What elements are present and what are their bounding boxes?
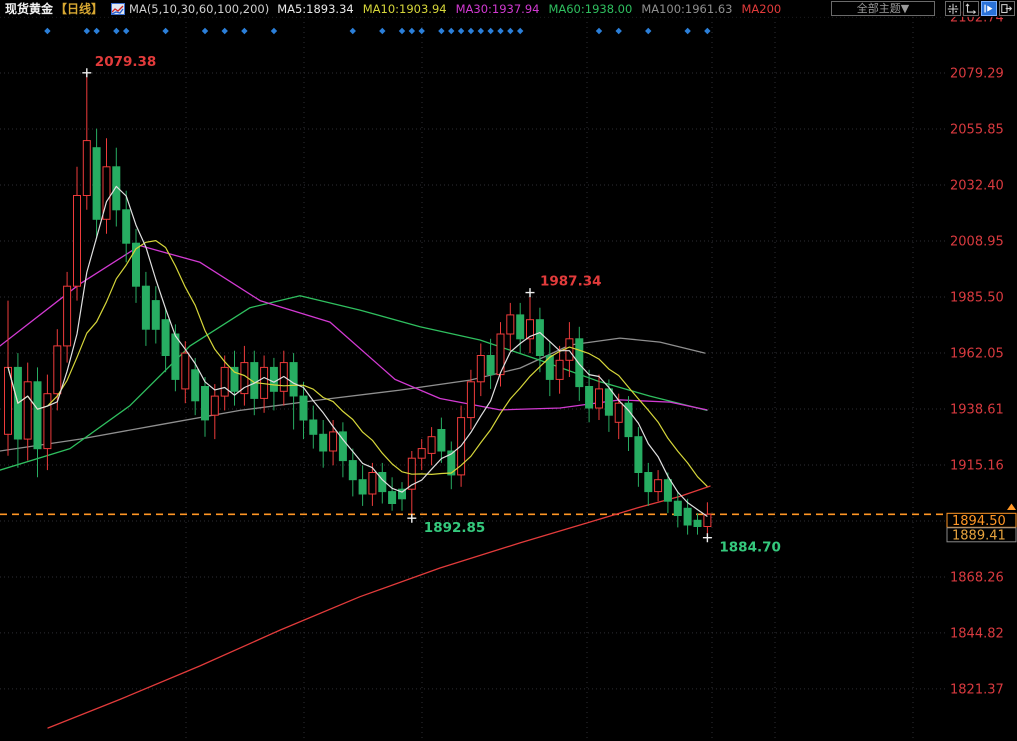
ma30-line [0, 246, 707, 410]
ma-summary: MA(5,10,30,60,100,200) [129, 2, 269, 16]
price-axis: 2102.742079.292055.852032.402008.951985.… [950, 11, 1004, 698]
candlestick-chart[interactable]: 2079.381987.341892.851884.702102.742079.… [0, 0, 1017, 741]
svg-text:1889.41: 1889.41 [952, 528, 1006, 543]
svg-text:2008.95: 2008.95 [950, 235, 1004, 250]
price-tag-1889.41: 1889.41 [947, 528, 1016, 544]
svg-text:2032.40: 2032.40 [950, 179, 1004, 194]
svg-text:1938.61: 1938.61 [950, 403, 1004, 418]
price-tag-1894.50: 1894.50 [947, 513, 1016, 529]
svg-text:1868.26: 1868.26 [950, 571, 1004, 586]
axis-scale-icon[interactable] [963, 1, 979, 16]
ma-value-2: MA30:1937.94 [456, 2, 540, 16]
svg-text:1962.05: 1962.05 [950, 347, 1004, 362]
latest-price-arrow [1007, 504, 1016, 511]
ma-value-5: MA200 [741, 2, 781, 16]
svg-text:1884.70: 1884.70 [719, 540, 781, 556]
period-label: 【日线】 [55, 0, 103, 17]
ma10-line [8, 241, 707, 487]
svg-text:1987.34: 1987.34 [540, 274, 602, 290]
latest-bar-icon[interactable] [981, 1, 997, 16]
svg-text:2079.38: 2079.38 [95, 54, 157, 70]
chart-toolbar [945, 1, 1015, 16]
candles [5, 73, 711, 538]
svg-text:2079.29: 2079.29 [950, 67, 1004, 82]
theme-selector-button[interactable]: 全部主题▼ [831, 1, 935, 16]
instrument-name: 现货黄金 [5, 0, 53, 17]
ma-values: MA5:1893.34 MA10:1903.94 MA30:1937.94 MA60:… [277, 2, 790, 16]
pan-right-icon[interactable] [999, 1, 1015, 16]
chart-header: 现货黄金 【日线】 MA(5,10,30,60,100,200) MA5:189… [0, 0, 1017, 17]
ma5-line [8, 186, 707, 516]
svg-text:1821.37: 1821.37 [950, 682, 1004, 697]
trading-chart-window: 2079.381987.341892.851884.702102.742079.… [0, 0, 1017, 741]
svg-text:1894.50: 1894.50 [952, 514, 1006, 529]
ma200-line [48, 486, 710, 728]
ma-value-1: MA10:1903.94 [363, 2, 447, 16]
svg-text:1985.50: 1985.50 [950, 291, 1004, 306]
line-chart-icon [111, 3, 125, 15]
event-markers[interactable] [44, 28, 710, 34]
ma60-line [0, 296, 707, 470]
header-right-group: 全部主题▼ [831, 1, 1015, 16]
crosshair-icon[interactable] [945, 1, 961, 16]
ma-value-0: MA5:1893.34 [277, 2, 354, 16]
ma-value-3: MA60:1938.00 [548, 2, 632, 16]
ma-value-4: MA100:1961.63 [641, 2, 732, 16]
svg-text:1892.85: 1892.85 [424, 520, 486, 536]
svg-text:1844.82: 1844.82 [950, 626, 1004, 641]
svg-text:2055.85: 2055.85 [950, 123, 1004, 138]
svg-text:1915.16: 1915.16 [950, 459, 1004, 474]
